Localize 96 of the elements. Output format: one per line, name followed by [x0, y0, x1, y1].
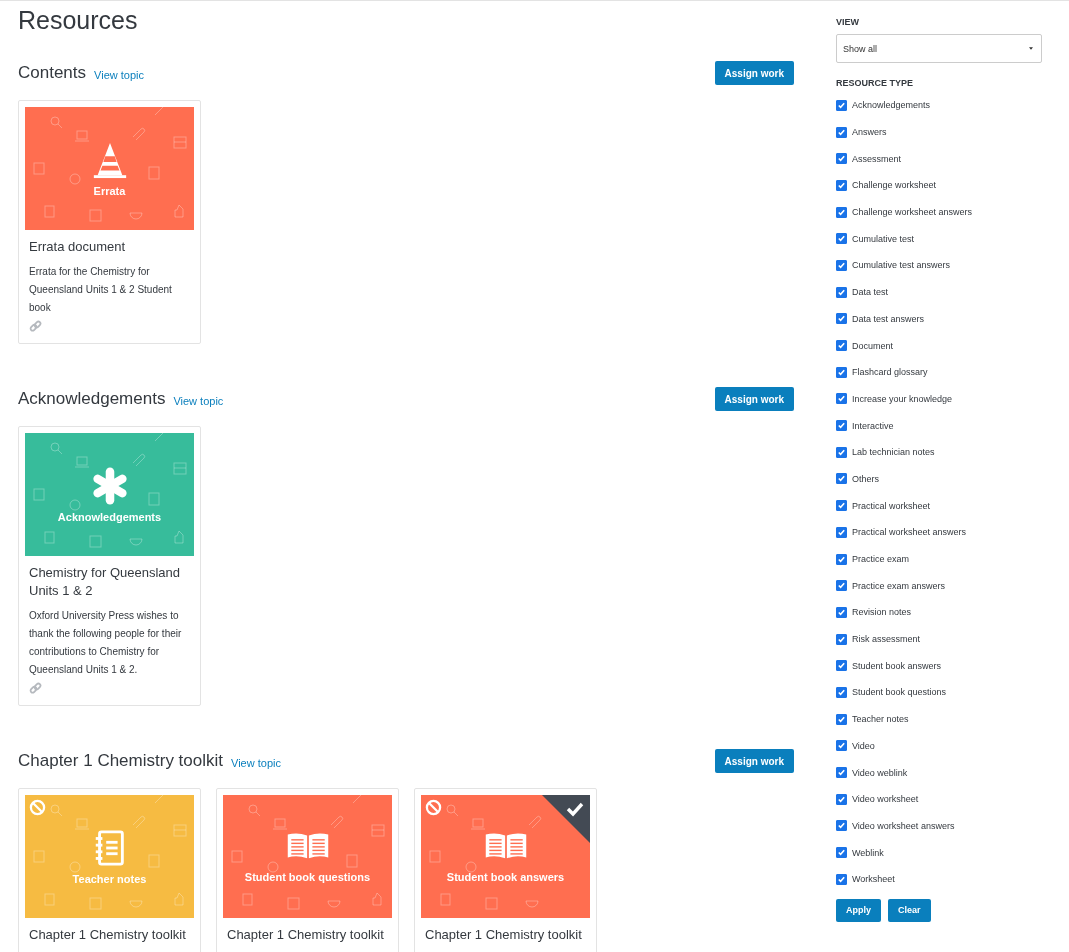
checkbox-label[interactable]: Acknowledgements — [852, 100, 931, 111]
checkbox[interactable] — [836, 446, 847, 458]
checkbox-label[interactable]: Student book questions — [852, 687, 947, 698]
checkbox[interactable] — [836, 526, 847, 538]
section-heading: Contents — [18, 63, 87, 83]
checkbox[interactable] — [836, 340, 847, 352]
resource-card[interactable]: Student book questions Chapter 1 Chemistry toolkit — [216, 788, 399, 952]
checkbox[interactable] — [836, 713, 847, 725]
checkbox[interactable] — [836, 580, 847, 592]
section-heading: Chapter 1 Chemistry toolkit — [18, 751, 224, 771]
card-title: Chapter 1 Chemistry toolkit — [425, 926, 583, 944]
checkbox-label[interactable]: Video — [852, 740, 875, 751]
checkbox[interactable] — [836, 179, 847, 191]
view-topic-link[interactable]: View topic — [94, 68, 144, 81]
assign-work-button[interactable]: Assign work — [714, 387, 794, 411]
checkbox-label[interactable]: Document — [852, 340, 894, 351]
checkbox[interactable] — [836, 259, 847, 271]
page-title: Resources — [18, 6, 139, 35]
checkbox[interactable] — [836, 633, 847, 645]
caret-icon — [1029, 47, 1033, 50]
checkbox-label[interactable]: Cumulative test answers — [852, 260, 951, 271]
thumbnail-label: Errata — [93, 184, 126, 197]
checkbox-label[interactable]: Student book answers — [852, 660, 942, 671]
thumbnail-label: Acknowledgements — [57, 510, 162, 523]
checkbox[interactable] — [836, 233, 847, 245]
thumbnail-label: Student book questions — [244, 870, 371, 883]
resource-card[interactable]: Errata Errata document Errata for the Chemistry for Queensland Units 1 & 2 Student book — [18, 100, 201, 344]
assign-work-button[interactable]: Assign work — [714, 749, 794, 773]
asterisk-icon — [90, 466, 129, 505]
checkbox[interactable] — [836, 313, 847, 325]
checkbox-label[interactable]: Video worksheet answers — [852, 820, 955, 831]
card-title: Chemistry for Queensland Units 1 & 2 — [29, 564, 181, 600]
view-topic-link[interactable]: View topic — [231, 756, 281, 769]
checkbox[interactable] — [836, 660, 847, 672]
checkbox-label[interactable]: Risk assessment — [852, 634, 921, 645]
checkbox-label[interactable]: Lab technician notes — [852, 447, 935, 458]
checkbox[interactable] — [836, 820, 847, 832]
checkbox-label[interactable]: Others — [852, 473, 879, 484]
card-title: Chapter 1 Chemistry toolkit — [29, 926, 187, 944]
checkbox-label[interactable]: Worksheet — [852, 874, 895, 885]
checkbox-label[interactable]: Practice exam answers — [852, 580, 946, 591]
checkbox[interactable] — [836, 393, 847, 405]
checkbox-label[interactable]: Data test answers — [852, 313, 925, 324]
checkbox[interactable] — [836, 606, 847, 618]
assign-work-button[interactable]: Assign work — [714, 61, 794, 85]
card-description: Oxford University Press wishes to thank the following people for their contributions to Chemistry for Queensland Units 1 & 2. — [29, 609, 183, 677]
checkbox[interactable] — [836, 206, 847, 218]
checkbox-label[interactable]: Assessment — [852, 153, 902, 164]
checkbox-label[interactable]: Practice exam — [852, 554, 910, 565]
checkbox-label[interactable]: Practical worksheet — [852, 500, 931, 511]
checkbox[interactable] — [836, 847, 847, 859]
checkbox[interactable] — [836, 793, 847, 805]
checkbox[interactable] — [836, 366, 847, 378]
apply-button[interactable]: Apply — [836, 898, 881, 922]
checkbox[interactable] — [836, 286, 847, 298]
view-dropdown[interactable]: Show all — [836, 34, 1042, 63]
checkbox[interactable] — [836, 420, 847, 432]
resource-type-label: RESOURCE TYPE — [836, 78, 914, 88]
checkbox-label[interactable]: Interactive — [852, 420, 894, 431]
checkbox-label[interactable]: Practical worksheet answers — [852, 527, 967, 538]
checkbox-label[interactable]: Challenge worksheet — [852, 180, 937, 191]
checkbox[interactable] — [836, 153, 847, 165]
checkbox-label[interactable]: Answers — [852, 127, 887, 138]
checkbox-label[interactable]: Cumulative test — [852, 233, 915, 244]
checkbox[interactable] — [836, 126, 847, 138]
checkbox-label[interactable]: Revision notes — [852, 607, 912, 618]
card-title: Errata document — [29, 238, 127, 256]
card-description: Errata for the Chemistry for Queensland Units 1 & 2 Student book — [29, 265, 173, 315]
checkbox-label[interactable]: Weblink — [852, 847, 884, 858]
checkbox-label[interactable]: Video worksheet — [852, 794, 919, 805]
checkbox[interactable] — [836, 99, 847, 111]
card-title: Chapter 1 Chemistry toolkit — [227, 926, 385, 944]
clear-button[interactable]: Clear — [888, 898, 931, 922]
open-book-icon — [483, 830, 528, 861]
checkbox-label[interactable]: Flashcard glossary — [852, 367, 928, 378]
view-label: VIEW — [836, 17, 860, 27]
checkbox[interactable] — [836, 767, 847, 779]
resource-card[interactable]: Acknowledgements Chemistry for Queensland Units 1 & 2 Oxford University Press wishes to thank the following people for their contributions to Chemistry for Queensland Units 1 & 2. — [18, 426, 201, 706]
checkbox[interactable] — [836, 500, 847, 512]
view-topic-link[interactable]: View topic — [173, 394, 224, 407]
resource-card[interactable]: Student book answers Chapter 1 Chemistry toolkit — [414, 788, 597, 952]
thumbnail-label: Student book answers — [446, 870, 565, 883]
checkbox[interactable] — [836, 686, 847, 698]
checkbox-label[interactable]: Video weblink — [852, 767, 908, 778]
checkbox[interactable] — [836, 740, 847, 752]
resource-card[interactable]: Teacher notes Chapter 1 Chemistry toolkit — [18, 788, 201, 952]
thumbnail-label: Teacher notes — [72, 872, 147, 885]
checkbox[interactable] — [836, 473, 847, 485]
checkbox[interactable] — [836, 873, 847, 885]
checkbox-label[interactable]: Data test — [852, 287, 889, 298]
checkbox-label[interactable]: Teacher notes — [852, 714, 909, 725]
checkbox-label[interactable]: Increase your knowledge — [852, 393, 953, 404]
section-heading: Acknowledgements — [18, 389, 166, 409]
checkbox-label[interactable]: Challenge worksheet answers — [852, 207, 973, 218]
open-book-icon — [285, 830, 330, 861]
checkbox[interactable] — [836, 553, 847, 565]
